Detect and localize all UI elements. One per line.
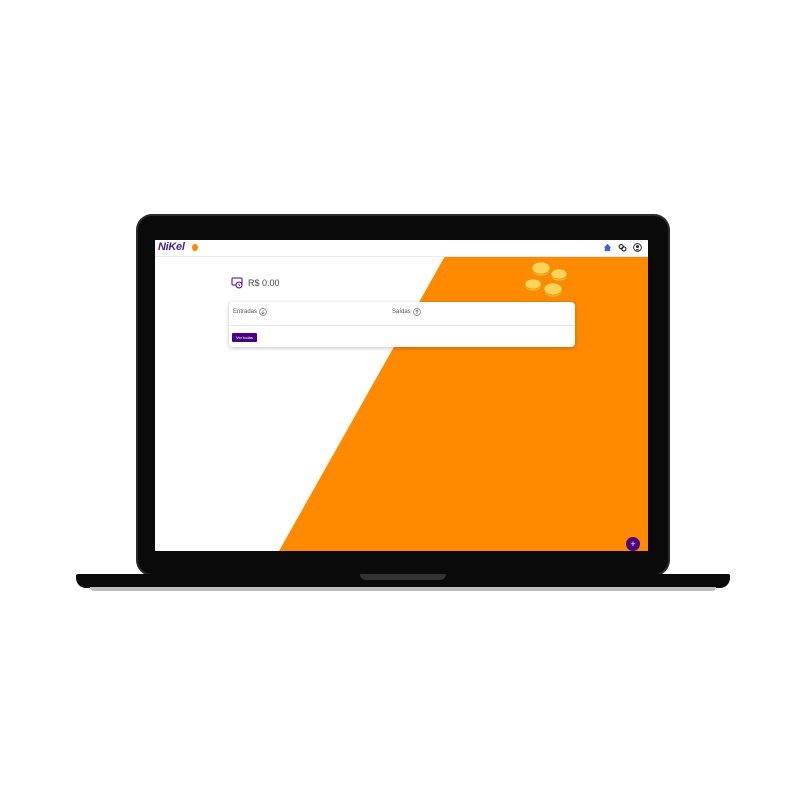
outgoing-label: Saídas — [392, 309, 411, 315]
wallet-icon — [231, 277, 243, 289]
laptop-notch — [360, 574, 446, 580]
incoming-section: Entradas — [233, 308, 267, 316]
balance-amount: R$ 0.00 — [248, 277, 280, 288]
logo-mark-icon — [192, 244, 198, 251]
outgoing-section: Saídas — [392, 308, 421, 316]
coins-illustration — [524, 261, 568, 298]
add-transaction-button[interactable]: + — [626, 537, 640, 551]
laptop-base-shadow — [90, 587, 716, 591]
transactions-icon[interactable] — [618, 243, 627, 252]
balance-display: R$ 0.00 — [231, 276, 280, 289]
card-divider — [229, 325, 575, 326]
summary-card: Entradas Saídas Ver todas — [229, 302, 575, 347]
home-icon[interactable] — [603, 243, 612, 252]
see-all-button[interactable]: Ver todas — [232, 333, 257, 342]
nav-icons — [603, 243, 642, 252]
navbar: NiKel — [155, 240, 648, 257]
incoming-label: Entradas — [233, 309, 258, 315]
arrow-up-circle-icon — [412, 308, 421, 316]
arrow-down-circle-icon — [259, 308, 267, 316]
user-icon[interactable] — [633, 243, 642, 252]
app-screen: NiKel R$ 0.00 Entradas Saídas Ver todas … — [155, 240, 648, 551]
app-logo[interactable]: NiKel — [158, 241, 185, 253]
